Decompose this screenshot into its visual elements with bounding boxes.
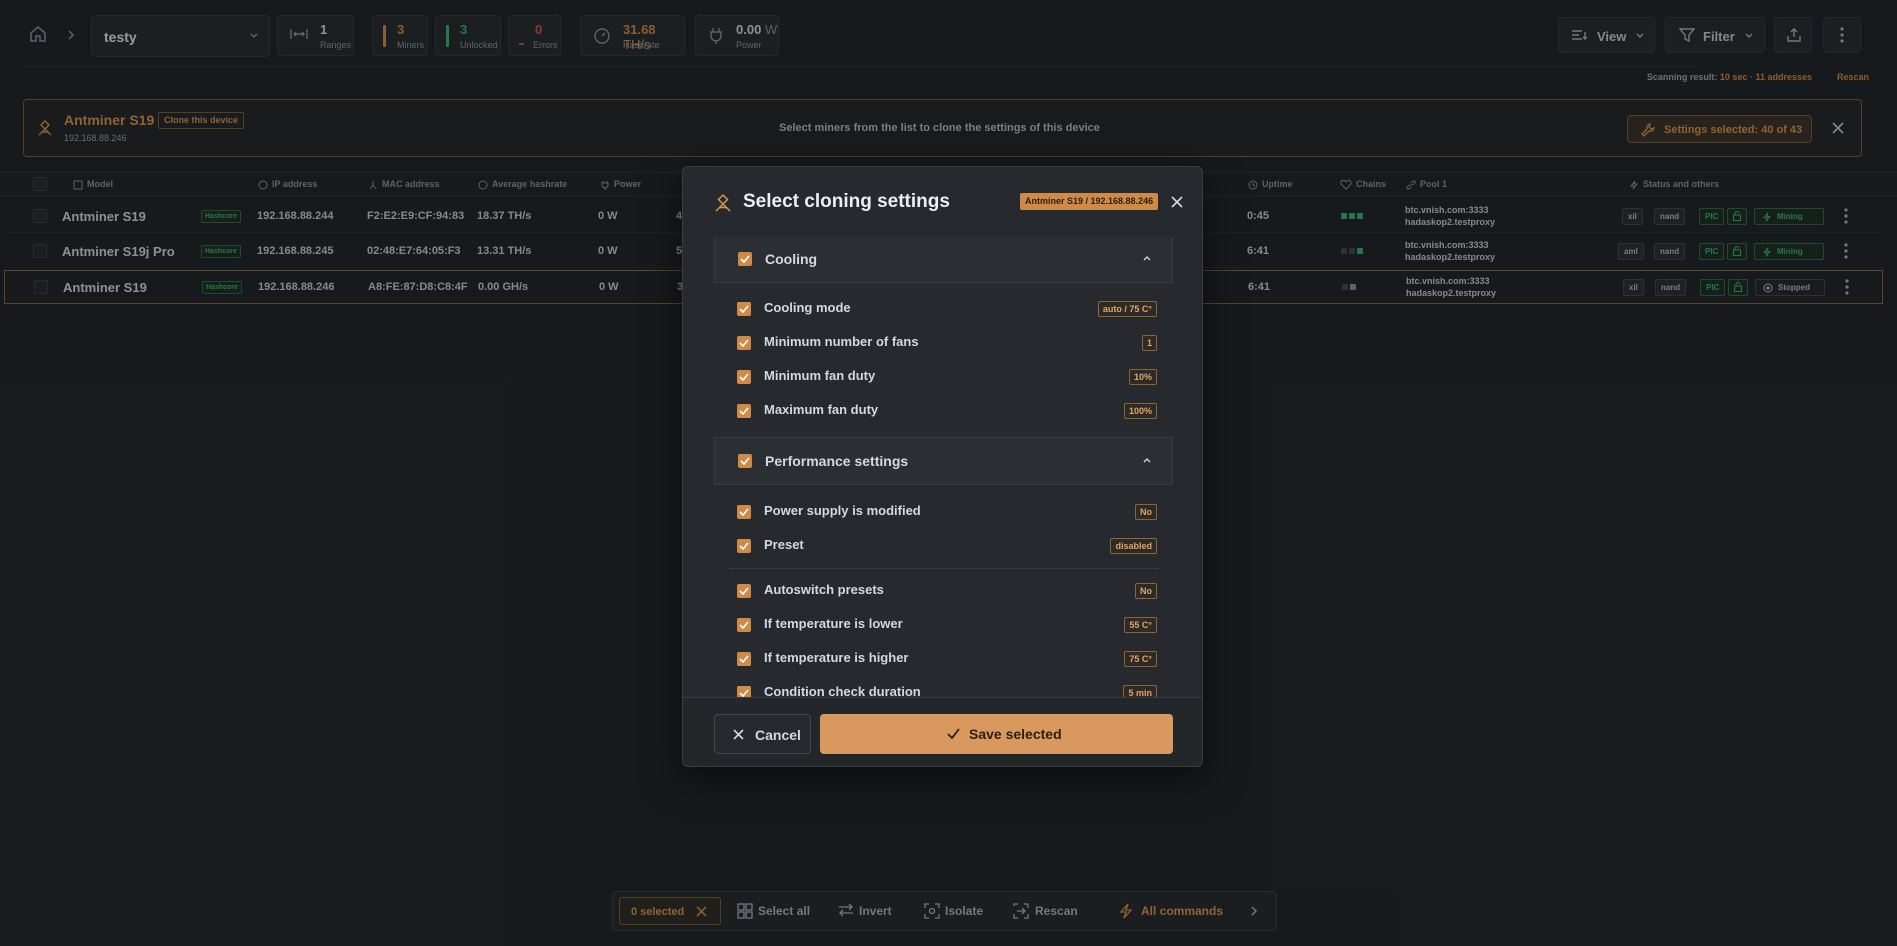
- section-checkbox[interactable]: [738, 454, 752, 468]
- setting-item[interactable]: Minimum number of fans 1: [714, 325, 1173, 359]
- close-icon: [733, 729, 744, 740]
- settings-scroll-area[interactable]: Cooling Cooling mode auto / 75 C° Minimu…: [714, 237, 1173, 697]
- section-title: Cooling: [765, 251, 818, 267]
- setting-label: If temperature is higher: [764, 650, 909, 665]
- clone-settings-modal: Select cloning settings Antminer S19 / 1…: [682, 166, 1203, 767]
- setting-label: Power supply is modified: [764, 503, 921, 518]
- close-icon[interactable]: [1171, 196, 1183, 208]
- section-cooling-header[interactable]: Cooling: [714, 237, 1173, 283]
- setting-item[interactable]: Condition check duration 5 min: [714, 675, 1173, 697]
- setting-item[interactable]: If temperature is lower 55 C°: [714, 607, 1173, 641]
- setting-value: 10%: [1128, 369, 1157, 385]
- save-label: Save selected: [969, 726, 1062, 742]
- setting-checkbox[interactable]: [737, 686, 751, 697]
- setting-value: 1: [1141, 335, 1157, 351]
- modal-header: Select cloning settings Antminer S19 / 1…: [683, 167, 1202, 237]
- divider: [729, 568, 1159, 569]
- setting-label: Autoswitch presets: [764, 582, 884, 597]
- setting-value: 5 min: [1123, 685, 1157, 697]
- setting-value: No: [1135, 583, 1157, 599]
- setting-item[interactable]: Power supply is modified No: [714, 494, 1173, 528]
- section-performance-header[interactable]: Performance settings: [714, 437, 1173, 485]
- cancel-label: Cancel: [755, 727, 801, 743]
- setting-checkbox[interactable]: [737, 370, 751, 384]
- setting-item[interactable]: Maximum fan duty 100%: [714, 393, 1173, 427]
- setting-checkbox[interactable]: [737, 539, 751, 553]
- setting-value: disabled: [1110, 538, 1157, 554]
- setting-item[interactable]: Autoswitch presets No: [714, 573, 1173, 607]
- setting-item[interactable]: Minimum fan duty 10%: [714, 359, 1173, 393]
- setting-label: Minimum fan duty: [764, 368, 876, 383]
- modal-title: Select cloning settings: [743, 191, 950, 212]
- modal-footer: Cancel Save selected: [683, 697, 1202, 766]
- setting-item[interactable]: Cooling mode auto / 75 C°: [714, 291, 1173, 325]
- setting-value: 75 C°: [1124, 651, 1157, 667]
- setting-item[interactable]: Preset disabled: [714, 528, 1173, 562]
- chevron-up-icon[interactable]: [1142, 254, 1152, 262]
- save-selected-button[interactable]: Save selected: [820, 714, 1173, 754]
- setting-label: Preset: [764, 537, 804, 552]
- miner-icon: [713, 193, 733, 213]
- check-icon: [947, 728, 960, 739]
- setting-label: Cooling mode: [764, 300, 851, 315]
- setting-checkbox[interactable]: [737, 336, 751, 350]
- setting-checkbox[interactable]: [737, 505, 751, 519]
- source-device-tag: Antminer S19 / 192.168.88.246: [1020, 193, 1159, 210]
- section-checkbox[interactable]: [738, 252, 752, 266]
- setting-label: If temperature is lower: [764, 616, 903, 631]
- setting-label: Condition check duration: [764, 684, 921, 697]
- setting-value: 100%: [1123, 403, 1157, 419]
- setting-item[interactable]: If temperature is higher 75 C°: [714, 641, 1173, 675]
- setting-checkbox[interactable]: [737, 652, 751, 666]
- setting-label: Minimum number of fans: [764, 334, 919, 349]
- setting-checkbox[interactable]: [737, 404, 751, 418]
- setting-value: 55 C°: [1124, 617, 1157, 633]
- setting-value: No: [1135, 504, 1157, 520]
- setting-checkbox[interactable]: [737, 618, 751, 632]
- setting-value: auto / 75 C°: [1097, 301, 1157, 317]
- setting-label: Maximum fan duty: [764, 402, 879, 417]
- setting-checkbox[interactable]: [737, 302, 751, 316]
- section-title: Performance settings: [765, 453, 909, 469]
- chevron-up-icon[interactable]: [1142, 456, 1152, 464]
- cancel-button[interactable]: Cancel: [714, 714, 811, 754]
- setting-checkbox[interactable]: [737, 584, 751, 598]
